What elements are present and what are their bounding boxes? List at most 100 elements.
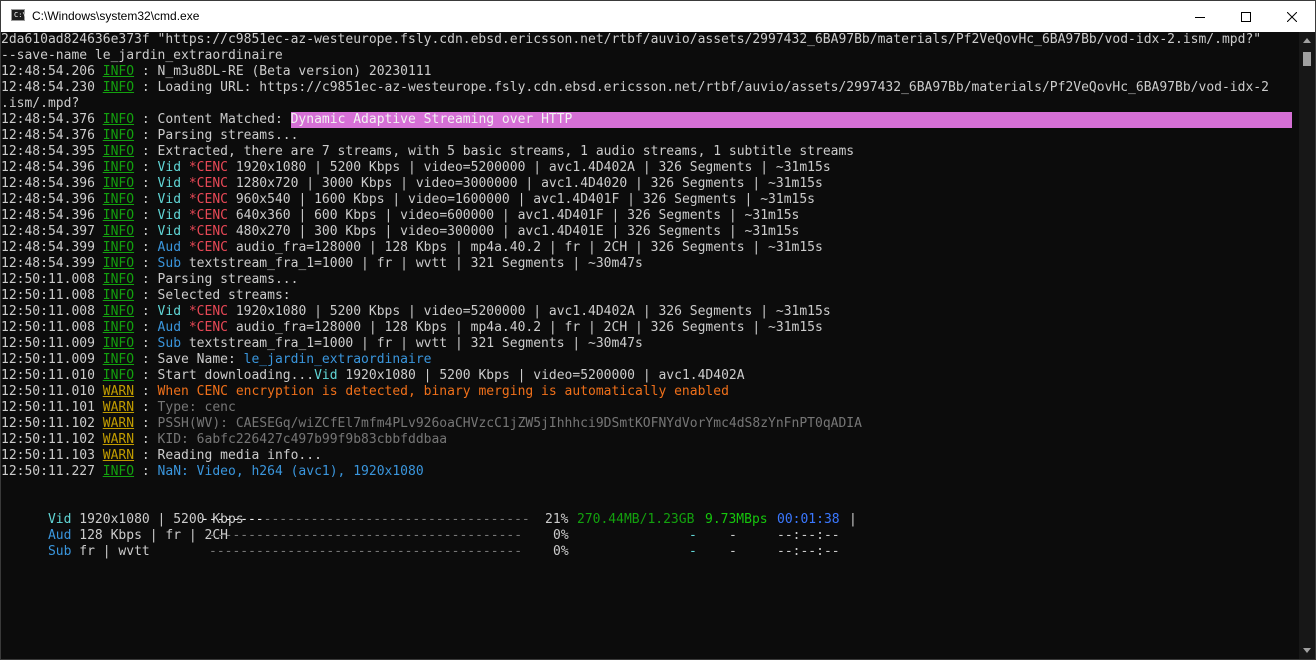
log-line: 12:50:11.227 INFO : NaN: Video, h264 (av… bbox=[1, 464, 424, 480]
info-tag: INFO bbox=[102, 336, 135, 351]
stream-info: textstream_fra_1=1000 | fr | wvtt | 321 … bbox=[181, 256, 643, 271]
vid-keyword: Vid bbox=[157, 224, 182, 239]
warning-message: When CENC encryption is detected, binary… bbox=[157, 384, 729, 399]
separator: : bbox=[134, 272, 158, 287]
timestamp: 12:48:54.396 bbox=[1, 176, 95, 191]
vid-keyword: Vid bbox=[157, 304, 182, 319]
log-message: Parsing streams... bbox=[157, 272, 299, 287]
log-line: 12:50:11.101 WARN : Type: cenc bbox=[1, 400, 236, 416]
progress-row-sub: Sub fr | wvtt --------------------------… bbox=[1, 528, 840, 559]
title-bar[interactable]: C:\. C:\Windows\system32\cmd.exe bbox=[1, 1, 1315, 32]
cmd-app-icon[interactable]: C:\. bbox=[11, 9, 31, 21]
maximize-button[interactable] bbox=[1223, 1, 1269, 32]
log-line: 12:48:54.399 INFO : Aud *CENC audio_fra=… bbox=[1, 240, 823, 256]
log-line: 12:50:11.102 WARN : KID: 6abfc226427c497… bbox=[1, 432, 447, 448]
timestamp: 12:50:11.102 bbox=[1, 432, 95, 447]
log-line: 12:48:54.395 INFO : Extracted, there are… bbox=[1, 144, 854, 160]
separator: : bbox=[134, 416, 158, 431]
progress-aud-size: - bbox=[689, 528, 697, 543]
cenc-keyword: *CENC bbox=[181, 304, 228, 319]
stream-info: 1920x1080 | 5200 Kbps | video=5200000 | … bbox=[228, 160, 831, 175]
separator: : bbox=[134, 176, 158, 191]
progress-sub-label: Sub bbox=[47, 544, 72, 559]
scroll-up-button[interactable] bbox=[1299, 32, 1315, 48]
timestamp: 12:48:54.397 bbox=[1, 224, 95, 239]
separator: : bbox=[134, 352, 158, 367]
chevron-up-icon bbox=[1303, 38, 1311, 43]
close-icon bbox=[1287, 11, 1297, 22]
stream-info: 1920x1080 | 5200 Kbps | video=5200000 | … bbox=[337, 368, 745, 383]
warn-tag: WARN bbox=[102, 384, 135, 399]
console-line: 2da610ad824636e373f "https://c9851ec-az-… bbox=[1, 32, 1262, 47]
separator: : bbox=[134, 336, 158, 351]
vertical-scrollbar[interactable] bbox=[1299, 32, 1315, 659]
minimize-button[interactable] bbox=[1177, 1, 1223, 32]
timestamp: 12:50:11.010 bbox=[1, 368, 95, 383]
timestamp: 12:48:54.376 bbox=[1, 112, 95, 127]
info-tag: INFO bbox=[102, 224, 135, 239]
scroll-down-button[interactable] bbox=[1299, 643, 1315, 659]
progress-sub-speed: - bbox=[729, 544, 737, 559]
vid-keyword: Vid bbox=[157, 192, 182, 207]
timestamp: 12:48:54.399 bbox=[1, 240, 95, 255]
sub-keyword: Sub bbox=[157, 256, 182, 271]
info-tag: INFO bbox=[102, 368, 135, 383]
separator: : bbox=[134, 304, 158, 319]
separator: : bbox=[134, 144, 158, 159]
progress-vid-percent: 21% bbox=[545, 512, 569, 527]
cenc-keyword: *CENC bbox=[181, 192, 228, 207]
minimize-icon bbox=[1195, 16, 1205, 18]
progress-vid-speed: 9.73MBps bbox=[705, 512, 768, 527]
log-message: N_m3u8DL-RE (Beta version) 20230111 bbox=[157, 64, 432, 79]
timestamp: 12:50:11.009 bbox=[1, 336, 95, 351]
separator: : bbox=[134, 448, 158, 463]
chevron-down-icon bbox=[1303, 648, 1311, 653]
log-line: 12:48:54.206 INFO : N_m3u8DL-RE (Beta ve… bbox=[1, 64, 431, 80]
stream-info: 960x540 | 1600 Kbps | video=1600000 | av… bbox=[228, 192, 815, 207]
log-line: 12:48:54.396 INFO : Vid *CENC 960x540 | … bbox=[1, 192, 815, 208]
timestamp: 12:50:11.227 bbox=[1, 464, 95, 479]
timestamp: 12:48:54.396 bbox=[1, 160, 95, 175]
cenc-keyword: *CENC bbox=[181, 160, 228, 175]
separator: : bbox=[134, 400, 158, 415]
warn-tag: WARN bbox=[102, 400, 135, 415]
sub-keyword: Sub bbox=[157, 336, 182, 351]
separator: : bbox=[134, 464, 158, 479]
progress-bar-aud: ---------------------------------------- bbox=[209, 528, 523, 543]
close-button[interactable] bbox=[1269, 1, 1315, 32]
timestamp: 12:48:54.395 bbox=[1, 144, 95, 159]
log-message: Loading URL: https://c9851ec-az-westeuro… bbox=[157, 80, 1269, 95]
content-matched-highlight: Dynamic Adaptive Streaming over HTTP bbox=[290, 112, 1292, 128]
log-message: Parsing streams... bbox=[157, 128, 299, 143]
separator: : bbox=[134, 112, 158, 127]
separator: : bbox=[134, 240, 158, 255]
info-tag: INFO bbox=[102, 80, 135, 95]
progress-vid-size: 270.44MB/1.23GB bbox=[577, 512, 695, 527]
progress-sub-percent: 0% bbox=[553, 544, 569, 559]
aud-keyword: Aud bbox=[157, 320, 182, 335]
stream-info: audio_fra=128000 | 128 Kbps | mp4a.40.2 … bbox=[228, 240, 823, 255]
progress-sub-eta: --:--:-- bbox=[777, 544, 840, 559]
warn-tag: WARN bbox=[102, 432, 135, 447]
progress-aud-eta: --:--:-- bbox=[777, 528, 840, 543]
stream-info: 480x270 | 300 Kbps | video=300000 | avc1… bbox=[228, 224, 800, 239]
scrollbar-thumb[interactable] bbox=[1303, 52, 1311, 66]
log-message: Save Name: bbox=[157, 352, 244, 367]
vid-keyword: Vid bbox=[157, 160, 182, 175]
cenc-keyword: *CENC bbox=[181, 240, 228, 255]
vid-keyword: Vid bbox=[157, 208, 182, 223]
progress-bar-remaining: ---------------------------------- bbox=[263, 512, 530, 527]
log-line: 12:48:54.230 INFO : Loading URL: https:/… bbox=[1, 80, 1269, 96]
console-line: .ism/.mpd? bbox=[1, 96, 80, 111]
log-line: 12:50:11.008 INFO : Aud *CENC audio_fra=… bbox=[1, 320, 823, 336]
progress-row-aud: Aud 128 Kbps | fr | 2CH ----------------… bbox=[1, 512, 840, 543]
console-output[interactable]: 2da610ad824636e373f "https://c9851ec-az-… bbox=[1, 32, 1297, 659]
timestamp: 12:50:11.101 bbox=[1, 400, 95, 415]
media-info: NaN: Video, h264 (avc1), 1920x1080 bbox=[157, 464, 424, 479]
info-tag: INFO bbox=[102, 160, 135, 175]
info-tag: INFO bbox=[102, 176, 135, 191]
info-tag: INFO bbox=[102, 352, 135, 367]
timestamp: 12:50:11.008 bbox=[1, 272, 95, 287]
stream-info: textstream_fra_1=1000 | fr | wvtt | 321 … bbox=[181, 336, 643, 351]
info-tag: INFO bbox=[102, 288, 135, 303]
